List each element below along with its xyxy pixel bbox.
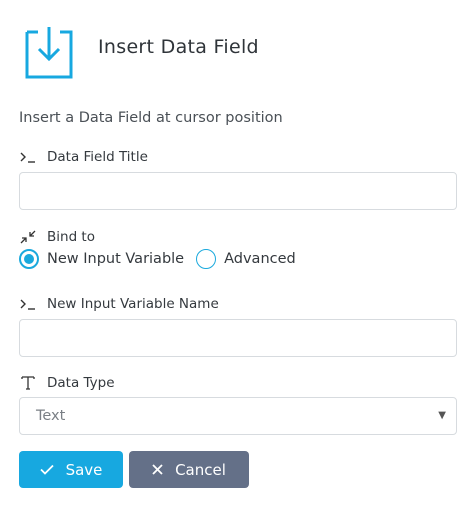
terminal-prompt-icon — [19, 149, 37, 165]
text-type-icon — [19, 375, 37, 391]
data-field-title-label-row: Data Field Title — [19, 149, 148, 165]
radio-new-input-variable-label[interactable]: New Input Variable — [47, 251, 184, 267]
terminal-prompt-icon — [19, 296, 37, 312]
variable-name-label: New Input Variable Name — [47, 296, 219, 312]
dialog-subtitle: Insert a Data Field at cursor position — [19, 110, 283, 126]
collapse-arrows-icon — [19, 229, 37, 245]
cancel-button[interactable]: Cancel — [129, 451, 249, 488]
data-field-title-label: Data Field Title — [47, 149, 148, 165]
bind-to-radio-group: New Input Variable Advanced — [19, 249, 296, 269]
bind-to-label-row: Bind to — [19, 229, 95, 245]
download-tray-icon — [24, 24, 74, 80]
save-button-label: Save — [65, 460, 103, 479]
data-type-label-row: Data Type — [19, 375, 115, 391]
radio-advanced[interactable] — [196, 249, 217, 269]
data-type-select[interactable]: Text ▼ — [19, 397, 457, 435]
dialog-title: Insert Data Field — [98, 36, 259, 58]
bind-to-label: Bind to — [47, 229, 95, 245]
save-button[interactable]: Save — [19, 451, 123, 488]
cancel-button-label: Cancel — [175, 460, 226, 479]
check-icon — [39, 461, 54, 479]
radio-new-input-variable[interactable] — [19, 249, 39, 269]
data-type-selected-value: Text — [36, 408, 66, 424]
data-field-title-input[interactable] — [19, 172, 457, 210]
data-type-label: Data Type — [47, 375, 115, 391]
close-icon — [152, 461, 163, 479]
radio-advanced-label[interactable]: Advanced — [224, 251, 296, 267]
caret-down-icon: ▼ — [438, 410, 446, 421]
variable-name-label-row: New Input Variable Name — [19, 296, 219, 312]
variable-name-input[interactable] — [19, 319, 457, 357]
